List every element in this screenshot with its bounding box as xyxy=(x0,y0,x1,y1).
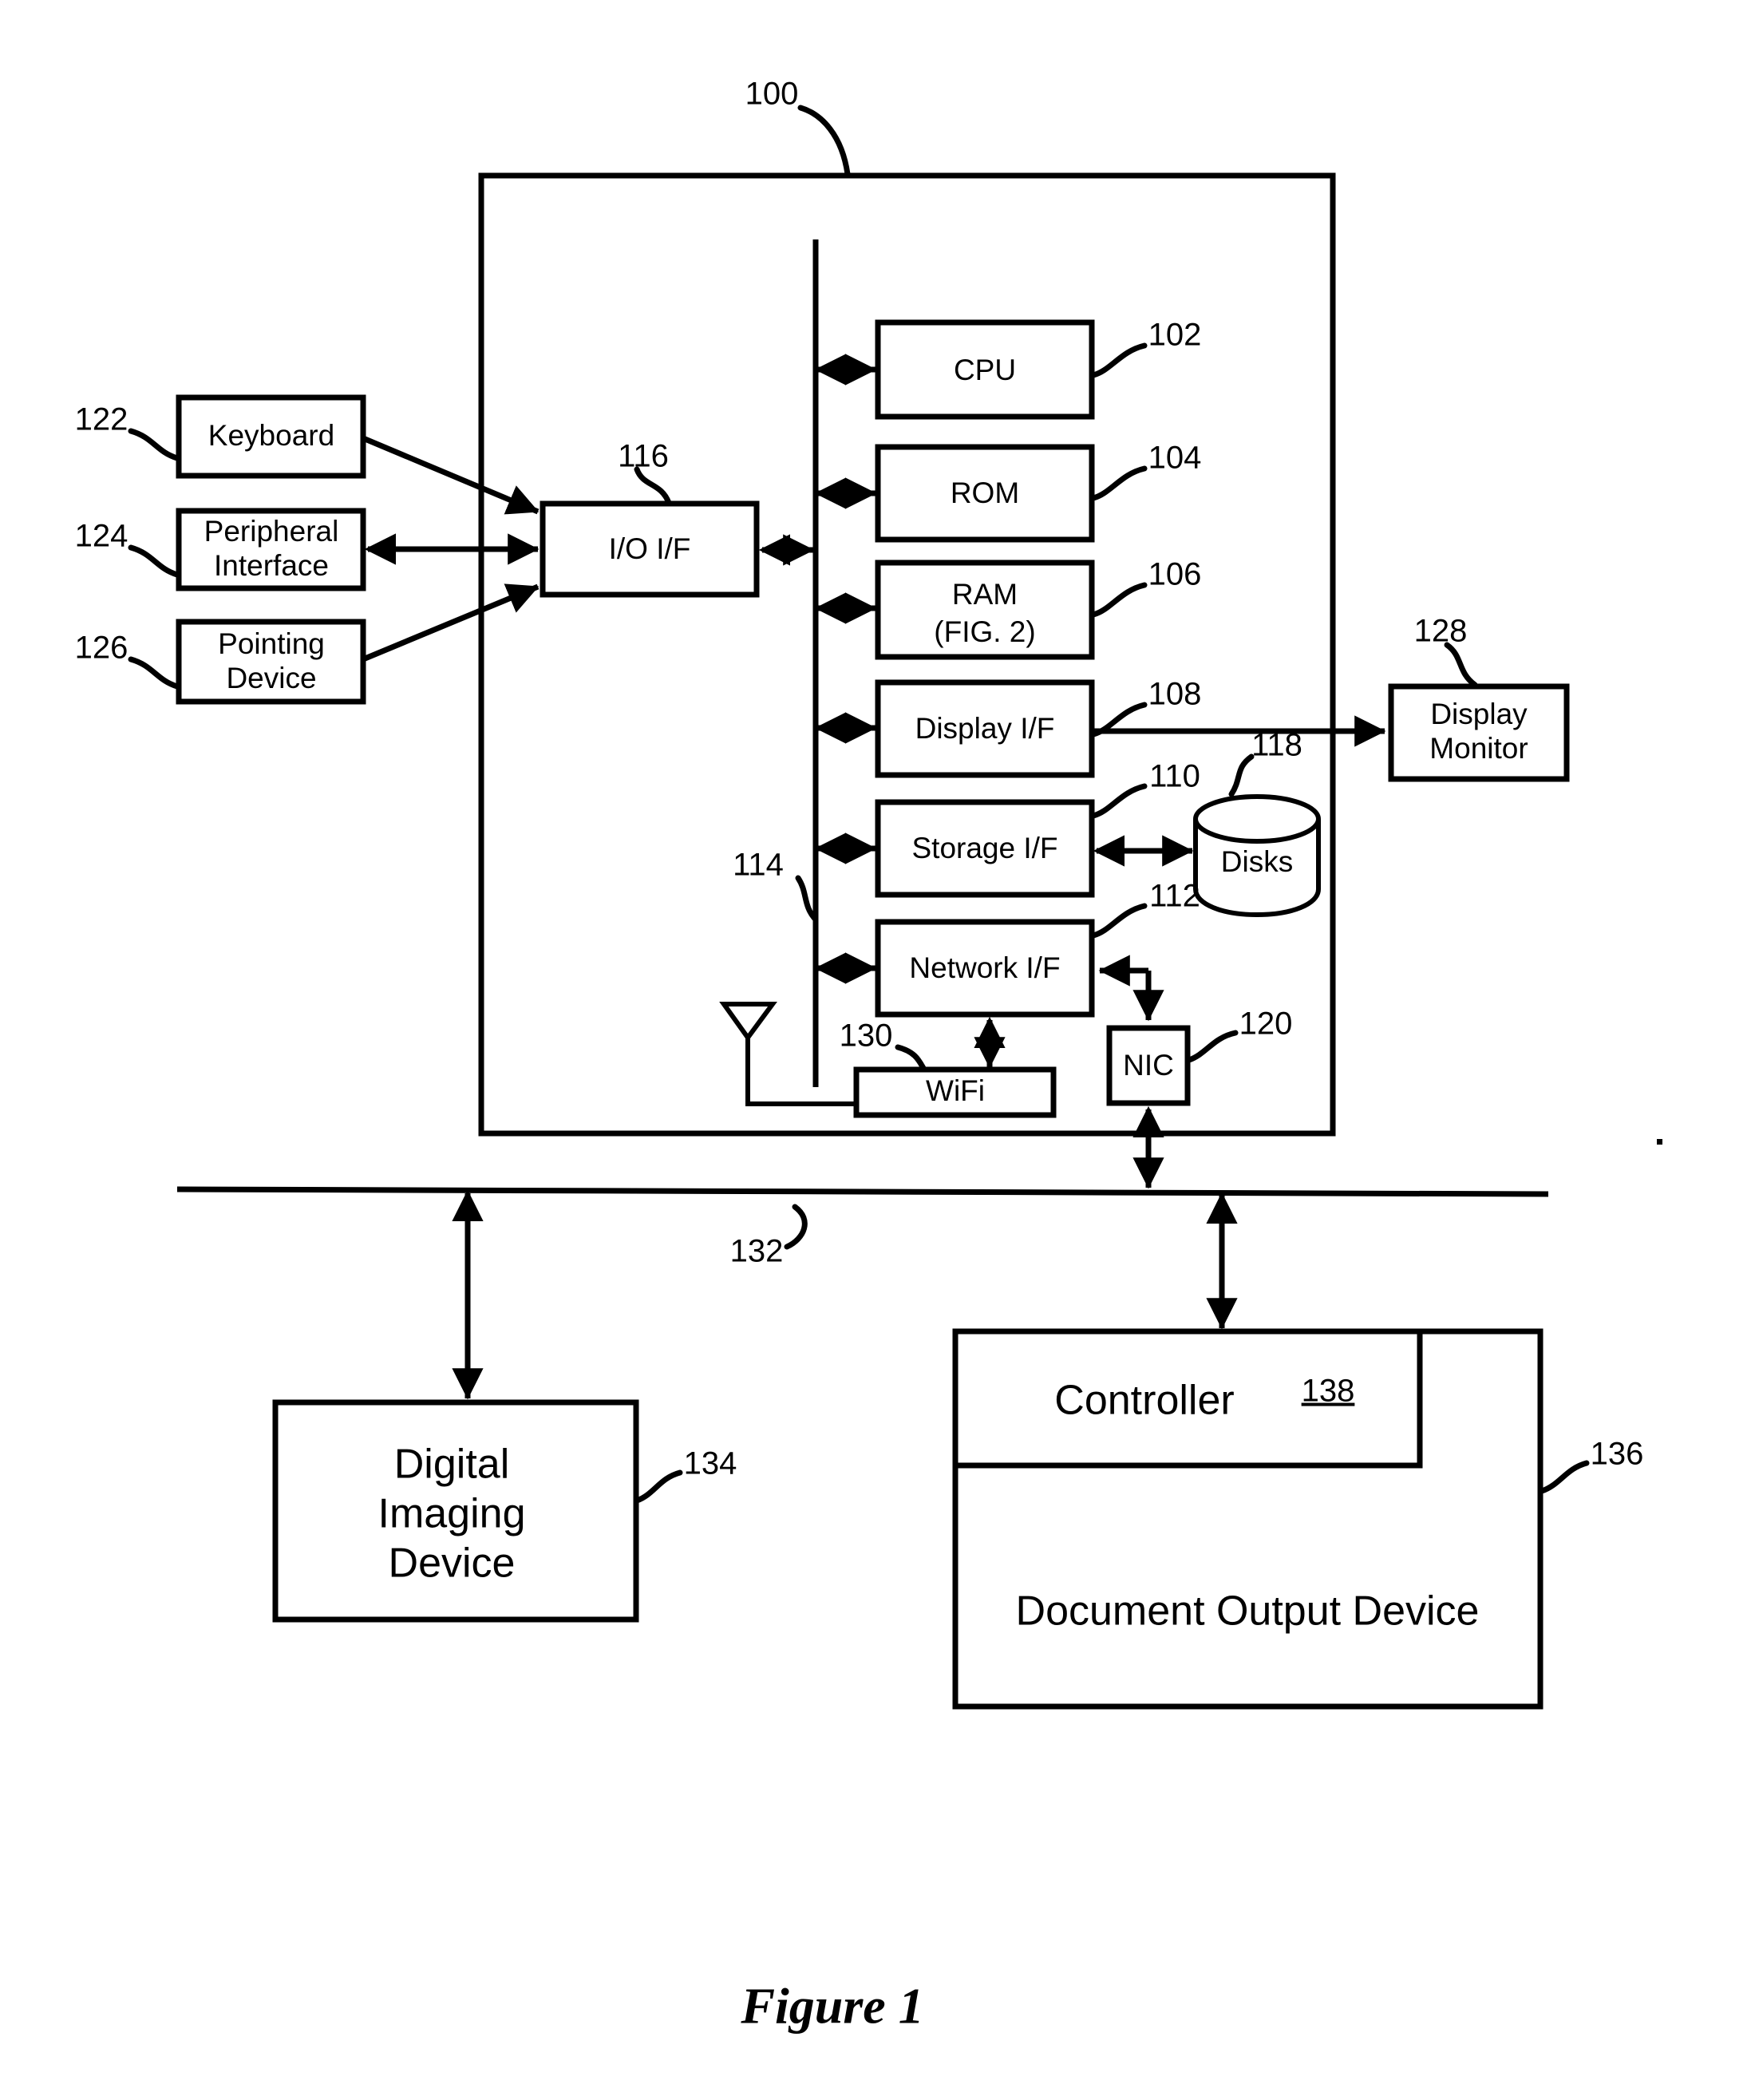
ref-number-138: 138 xyxy=(1302,1374,1355,1409)
ram-label: RAM xyxy=(952,578,1018,611)
print-speck xyxy=(1657,1139,1662,1145)
ref-number-104: 104 xyxy=(1148,441,1202,476)
peripheral-interface-label-1: Peripheral xyxy=(204,515,339,548)
controller-label: Controller xyxy=(1054,1378,1234,1424)
ref-number-136: 136 xyxy=(1591,1437,1644,1472)
rom-label: ROM xyxy=(951,477,1019,509)
ram-sublabel: (FIG. 2) xyxy=(934,615,1035,648)
leader-line-126 xyxy=(128,656,180,690)
figure-page: 100 114 CPU 102 ROM 104 RAM (FIG. 2) 106… xyxy=(0,0,1755,2100)
nic-label: NIC xyxy=(1123,1049,1174,1082)
pointing-device-label-1: Pointing xyxy=(218,627,325,660)
digital-imaging-device-label-1: Digital xyxy=(394,1442,510,1488)
display-monitor-label-2: Monitor xyxy=(1429,732,1528,765)
leader-line-132 xyxy=(784,1204,808,1250)
leader-line-124 xyxy=(128,544,180,578)
io-interface-label: I/O I/F xyxy=(609,532,691,565)
disks-label: Disks xyxy=(1221,845,1293,878)
display-monitor-label-1: Display xyxy=(1430,698,1528,730)
cpu-label: CPU xyxy=(954,354,1016,386)
network-interface-label: Network I/F xyxy=(909,951,1060,984)
ref-number-112: 112 xyxy=(1149,879,1200,914)
digital-imaging-device-label-2: Imaging xyxy=(378,1491,526,1537)
ref-number-120: 120 xyxy=(1239,1006,1293,1042)
ref-number-124: 124 xyxy=(75,519,128,554)
ref-number-106: 106 xyxy=(1148,557,1202,592)
document-output-device-label: Document Output Device xyxy=(1016,1588,1480,1635)
block-diagram: 100 114 CPU 102 ROM 104 RAM (FIG. 2) 106… xyxy=(75,77,1662,2035)
ref-number-134: 134 xyxy=(684,1446,737,1481)
peripheral-interface-label-2: Interface xyxy=(214,549,329,582)
storage-interface-label: Storage I/F xyxy=(911,832,1057,864)
wifi-label: WiFi xyxy=(926,1074,985,1107)
ref-number-122: 122 xyxy=(75,402,128,437)
ref-number-100: 100 xyxy=(745,77,799,112)
leader-line-122 xyxy=(128,428,180,461)
ref-number-128: 128 xyxy=(1414,614,1468,649)
network-bus-line xyxy=(176,1186,1549,1197)
leader-line-128 xyxy=(1444,642,1478,688)
keyboard-label: Keyboard xyxy=(208,419,334,452)
figure-caption: Figure 1 xyxy=(740,1978,923,2035)
leader-line-136 xyxy=(1539,1460,1590,1494)
ref-number-108: 108 xyxy=(1148,677,1202,712)
ref-number-116: 116 xyxy=(618,439,669,474)
ref-number-110: 110 xyxy=(1149,759,1200,794)
digital-imaging-device-label-3: Device xyxy=(389,1540,516,1587)
ref-number-130: 130 xyxy=(840,1018,893,1054)
display-interface-label: Display I/F xyxy=(915,712,1055,745)
ref-number-132: 132 xyxy=(730,1234,784,1269)
leader-line-134 xyxy=(634,1469,683,1504)
ref-number-102: 102 xyxy=(1148,318,1202,353)
pointing-device-label-2: Device xyxy=(226,662,316,694)
ref-number-114: 114 xyxy=(733,848,784,883)
document-output-device-box xyxy=(952,1328,1544,1710)
ref-number-118: 118 xyxy=(1251,728,1302,763)
ref-number-126: 126 xyxy=(75,631,128,666)
leader-line-100 xyxy=(797,105,851,177)
